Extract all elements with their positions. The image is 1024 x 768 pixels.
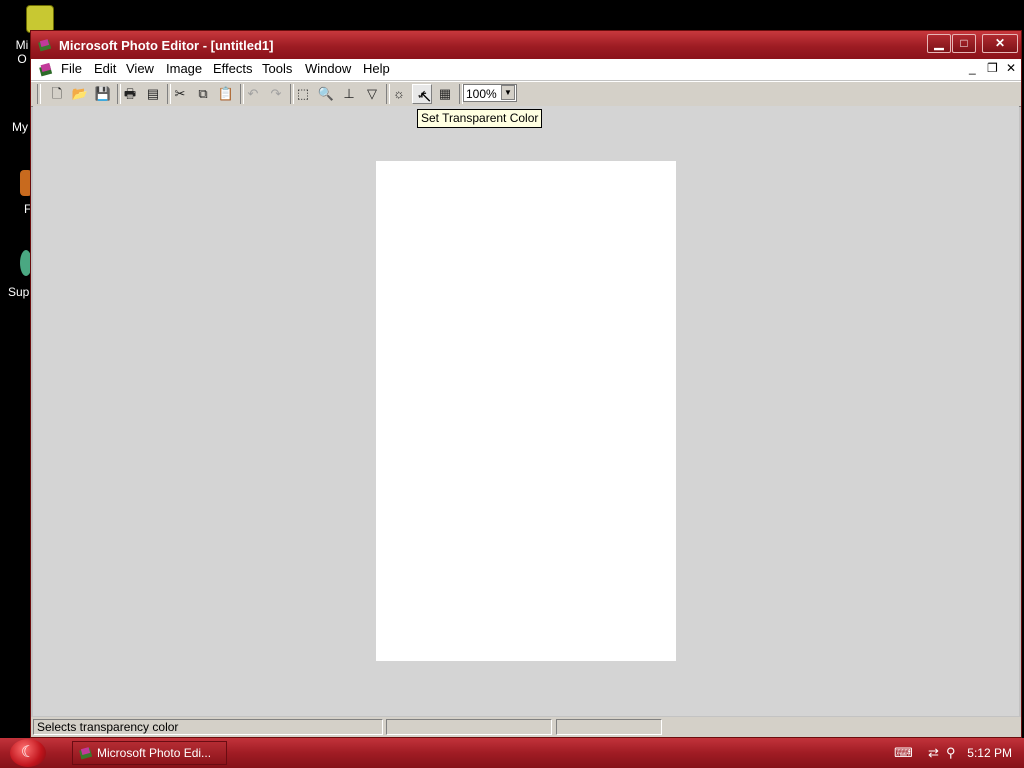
status-pane-3 (556, 719, 662, 735)
window-title: Microsoft Photo Editor - [untitled1] (59, 38, 274, 53)
scan-icon[interactable]: ▤ (143, 84, 163, 104)
status-message: Selects transparency color (33, 719, 383, 735)
toolbar-grip (37, 84, 41, 104)
photo-editor-task-icon (79, 747, 93, 760)
menu-bar: File Edit View Image Effects Tools Windo… (31, 59, 1021, 80)
status-pane-2 (386, 719, 552, 735)
photo-editor-window: Microsoft Photo Editor - [untitled1] ▁ □… (30, 30, 1022, 738)
network-icon[interactable]: ⇄ (928, 745, 939, 761)
minimize-button[interactable]: ▁ (927, 34, 951, 53)
taskbar: ☾ Microsoft Photo Edi... ⌨ ⇄ ⚲ 5:12 PM (0, 738, 1024, 768)
print-icon[interactable]: 🖶 (120, 84, 140, 104)
desktop-icon-label-2[interactable]: My (12, 120, 28, 134)
doc-close-icon[interactable]: ✕ (1006, 61, 1016, 75)
paste-icon[interactable]: 📋 (216, 84, 236, 104)
taskbar-button-label: Microsoft Photo Edi... (97, 746, 212, 760)
desktop-icon-label-1[interactable]: Mi O (12, 38, 32, 66)
desktop-icon-label-4[interactable]: Sup (8, 285, 29, 299)
photo-editor-app-icon (38, 39, 52, 52)
keyboard-icon[interactable]: ⌨ (894, 745, 913, 761)
menu-help[interactable]: Help (363, 61, 390, 76)
copy-icon[interactable]: ⧉ (193, 84, 213, 104)
zoom-magnifier-icon[interactable]: 🔍 (316, 84, 336, 104)
menu-window[interactable]: Window (305, 61, 351, 76)
open-folder-icon[interactable]: 📂 (70, 84, 90, 104)
menu-edit[interactable]: Edit (94, 61, 116, 76)
search-icon[interactable]: ⚲ (946, 745, 956, 761)
chevron-down-icon[interactable]: ▼ (501, 85, 515, 100)
close-button[interactable]: ✕ (982, 34, 1018, 53)
cut-icon[interactable]: ✂ (170, 84, 190, 104)
system-tray: ⌨ ⇄ ⚲ 5:12 PM (884, 738, 1024, 768)
save-icon[interactable]: 💾 (93, 84, 113, 104)
menu-tools[interactable]: Tools (262, 61, 292, 76)
maximize-button[interactable]: □ (952, 34, 976, 53)
workspace[interactable] (33, 106, 1019, 716)
menu-file[interactable]: File (61, 61, 82, 76)
clock[interactable]: 5:12 PM (967, 746, 1012, 760)
stamp-icon[interactable]: ⊥ (339, 84, 359, 104)
brightness-icon[interactable]: ☼ (389, 84, 409, 104)
document-icon[interactable] (38, 62, 54, 78)
doc-restore-icon[interactable]: ❐ (987, 61, 998, 75)
redo-icon[interactable]: ↷ (266, 84, 286, 104)
doc-minimize-icon[interactable]: _ (969, 61, 976, 75)
undo-icon[interactable]: ↶ (243, 84, 263, 104)
smudge-icon[interactable]: ▽ (362, 84, 382, 104)
select-rectangle-icon[interactable]: ⬚ (293, 84, 313, 104)
taskbar-photo-editor-button[interactable]: Microsoft Photo Edi... (72, 741, 227, 765)
toolbar: 🗋 📂 💾 🖶 ▤ ✂ ⧉ 📋 ↶ ↷ ⬚ 🔍 ⊥ ▽ ☼ ✓ ▦ 100% ▼ (31, 81, 1021, 107)
image-canvas[interactable] (376, 161, 676, 661)
menu-effects[interactable]: Effects (213, 61, 253, 76)
status-bar: Selects transparency color (31, 717, 1021, 737)
tooltip: Set Transparent Color (417, 109, 543, 128)
image-properties-icon[interactable]: ▦ (435, 84, 455, 104)
menu-view[interactable]: View (126, 61, 154, 76)
start-button[interactable]: ☾ (10, 739, 46, 767)
mouse-cursor-icon: ↖ (419, 89, 433, 106)
title-bar[interactable]: Microsoft Photo Editor - [untitled1] ▁ □… (31, 31, 1021, 59)
menu-image[interactable]: Image (166, 61, 202, 76)
new-file-icon[interactable]: 🗋 (47, 84, 67, 104)
